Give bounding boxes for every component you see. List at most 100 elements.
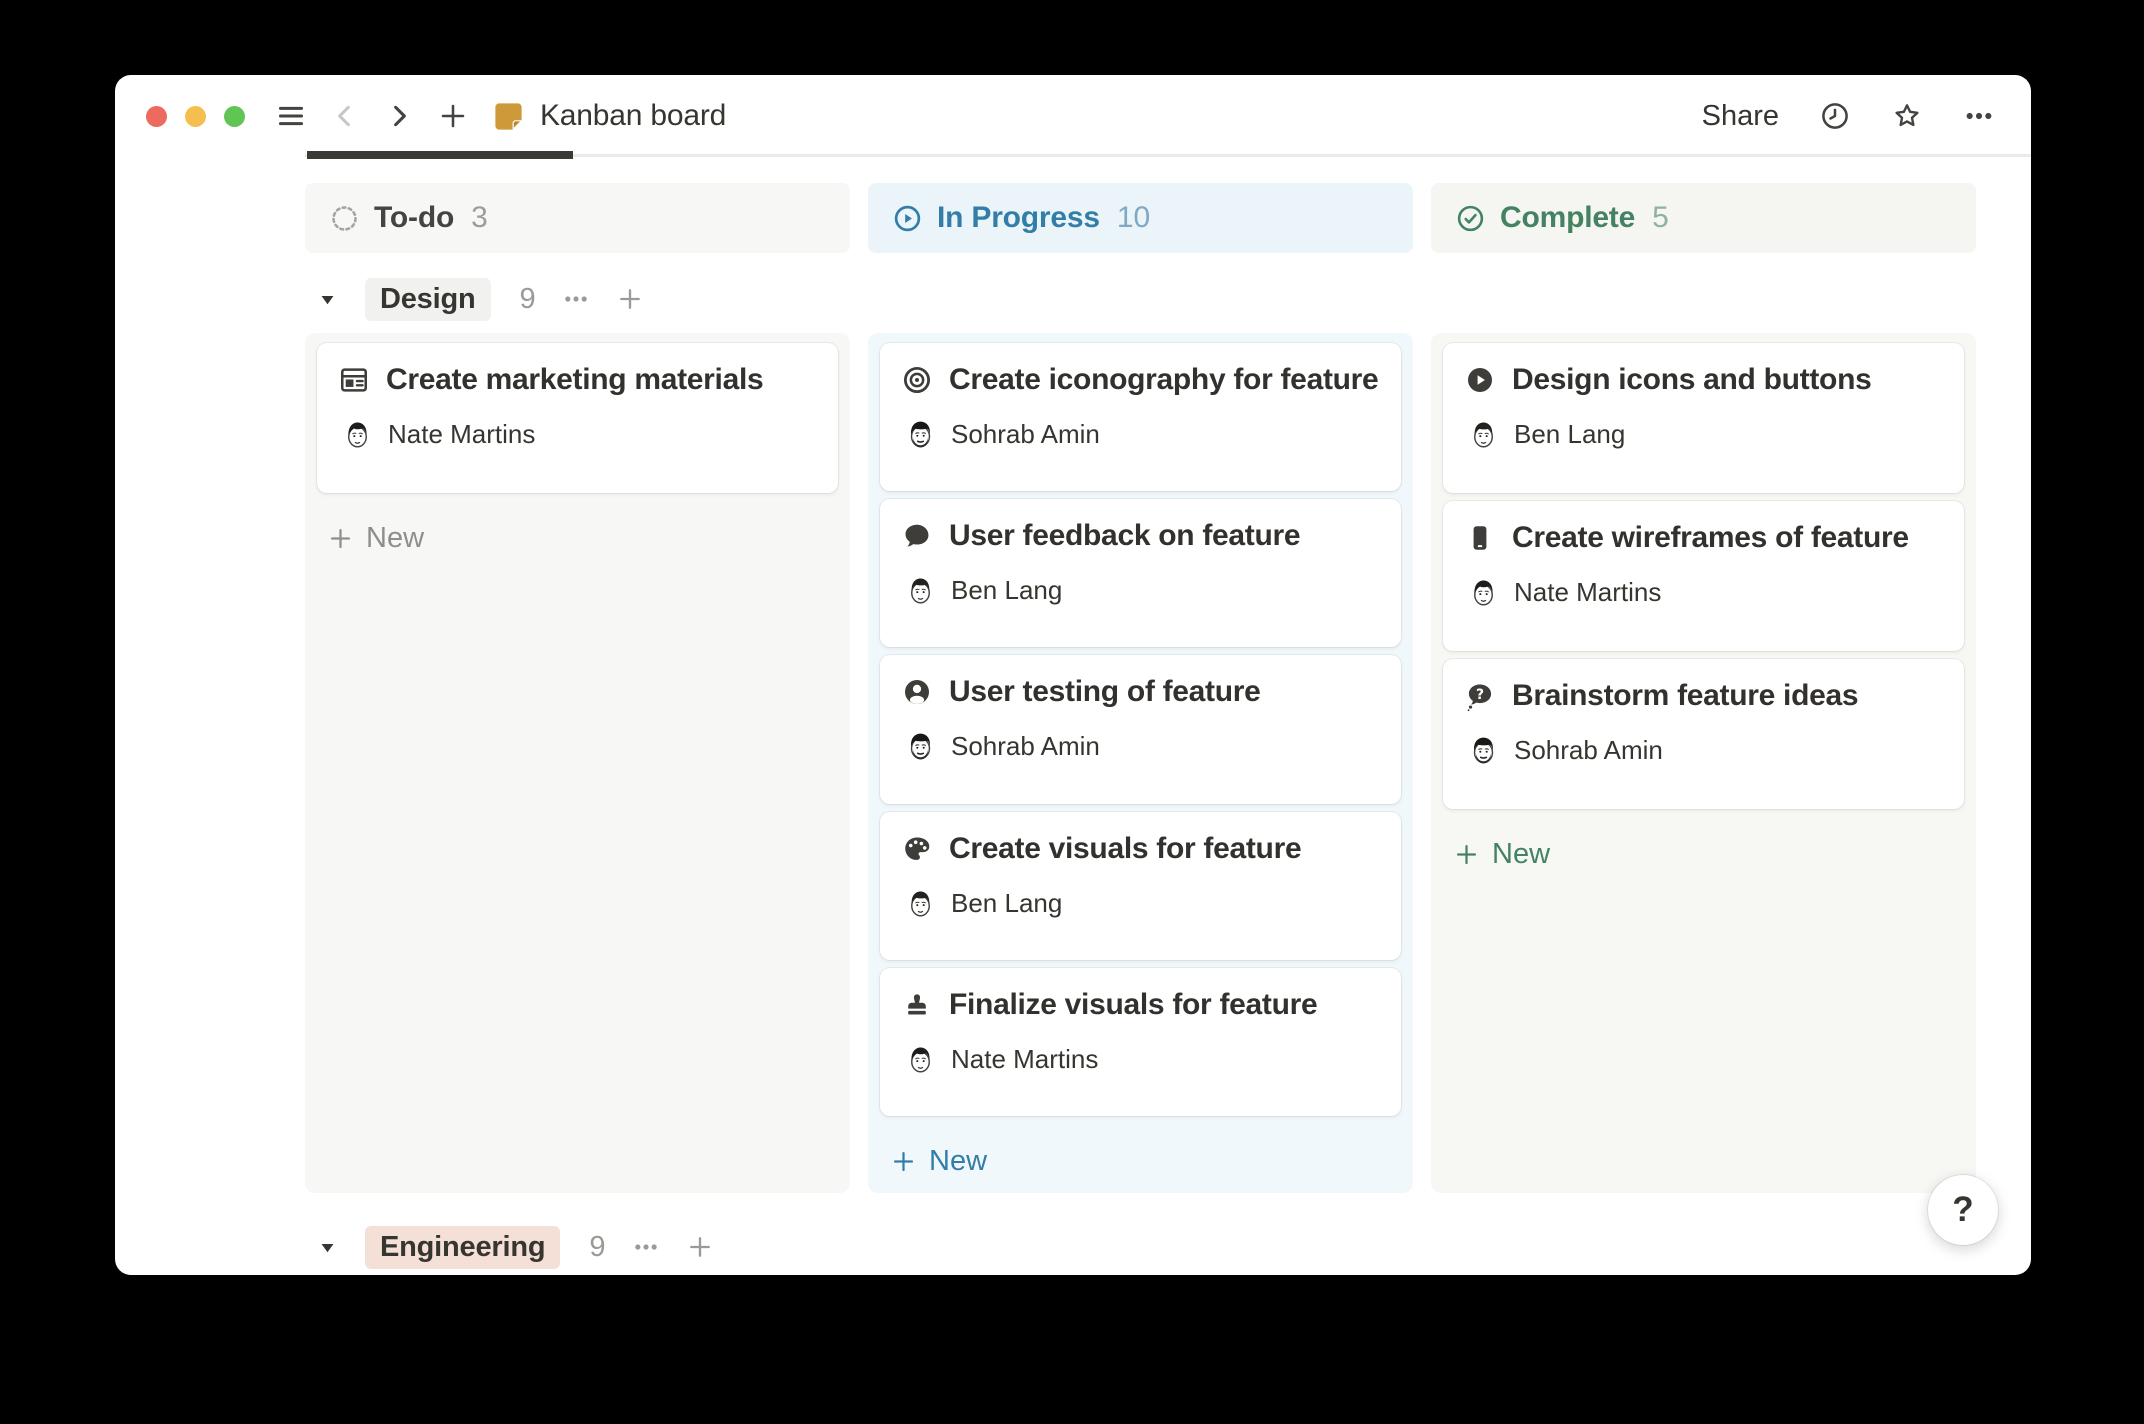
title-bar: Kanban board Share [115,75,2031,157]
assignee-name: Ben Lang [951,575,1062,606]
card-assignee-row: Nate Martins [1464,575,1943,610]
share-button[interactable]: Share [1702,100,1779,133]
card-assignee-row: Nate Martins [338,417,817,452]
plus-icon [890,1148,917,1175]
card-title: User feedback on feature [949,519,1300,553]
group-header-engineering: Engineering 9 [305,1223,1976,1271]
group-add-card-icon[interactable] [616,285,644,313]
add-card-label: New [366,522,424,555]
kanban-card[interactable]: ? Brainstorm feature ideas Sohrab Amin [1443,659,1964,809]
star-icon[interactable] [1891,100,1923,132]
app-window: Kanban board Share To-do 3 In Pro [115,75,2031,1275]
ben-avatar [903,886,938,921]
card-title-row: Create visuals for feature [901,832,1380,866]
assignee-name: Ben Lang [1514,419,1625,450]
card-title-row: Finalize visuals for feature [901,988,1380,1022]
column-label: Complete [1500,201,1635,235]
ben-avatar [1466,417,1501,452]
card-title: Design icons and buttons [1512,363,1871,397]
column-count: 5 [1652,201,1669,235]
column-todo: Create marketing materials Nate Martins … [305,333,850,1193]
column-header-todo[interactable]: To-do 3 [305,183,850,253]
card-title-row: User feedback on feature [901,519,1380,553]
clock-icon[interactable] [1819,100,1851,132]
add-card-label: New [929,1145,987,1178]
kanban-card[interactable]: Create marketing materials Nate Martins [317,343,838,493]
card-title-row: User testing of feature [901,675,1380,709]
add-card-label: New [1492,838,1550,871]
assignee-name: Nate Martins [388,419,535,450]
group-options-icon[interactable] [632,1233,660,1261]
group-name-pill[interactable]: Design [365,278,491,321]
card-title: Create iconography for feature [949,363,1378,397]
collapse-group-icon[interactable] [318,290,337,309]
assignee-name: Sohrab Amin [951,731,1100,762]
add-card-button[interactable]: New [880,1140,1401,1183]
card-assignee-row: Sohrab Amin [901,729,1380,764]
topbar-divider [305,154,2031,157]
palette-icon [901,833,933,865]
user-circle-icon [901,676,933,708]
group-header-design: Design 9 [305,275,1976,323]
card-title: Create marketing materials [386,363,763,397]
card-title-row: Create marketing materials [338,363,817,397]
card-title: User testing of feature [949,675,1261,709]
zoom-window-button[interactable] [224,106,245,127]
menu-icon[interactable] [275,100,307,132]
minimize-window-button[interactable] [185,106,206,127]
card-title-row: ? Brainstorm feature ideas [1464,679,1943,713]
kanban-card[interactable]: User feedback on feature Ben Lang [880,499,1401,647]
collapse-group-icon[interactable] [318,1238,337,1257]
sohrab-avatar [1466,733,1501,768]
card-title-row: Create iconography for feature [901,363,1380,397]
group-count: 9 [589,1231,605,1264]
plus-icon [1453,841,1480,868]
kanban-card[interactable]: Create iconography for feature Sohrab Am… [880,343,1401,491]
help-button[interactable]: ? [1928,1175,1998,1245]
column-headers-row: To-do 3 In Progress 10 Complete 5 [305,183,1976,253]
kanban-card[interactable]: Create visuals for feature Ben Lang [880,812,1401,960]
kanban-card[interactable]: Create wireframes of feature Nate Martin… [1443,501,1964,651]
forward-icon[interactable] [383,100,415,132]
assignee-name: Nate Martins [1514,577,1661,608]
card-title: Finalize visuals for feature [949,988,1317,1022]
more-options-icon[interactable] [1963,100,1995,132]
play-circle-icon [892,203,923,234]
nate-avatar [340,417,375,452]
card-assignee-row: Sohrab Amin [1464,733,1943,768]
kanban-card[interactable]: Finalize visuals for feature Nate Martin… [880,968,1401,1116]
assignee-name: Sohrab Amin [1514,735,1663,766]
add-card-button[interactable]: New [1443,833,1964,876]
thought-question-icon: ? [1464,680,1496,712]
group-options-icon[interactable] [562,285,590,313]
new-page-icon[interactable] [437,100,469,132]
speech-bubble-icon [901,520,933,552]
group-count: 9 [520,283,536,316]
check-circle-icon [1455,203,1486,234]
column-label: In Progress [937,201,1100,235]
page-title[interactable]: Kanban board [540,99,726,133]
close-window-button[interactable] [146,106,167,127]
add-card-button[interactable]: New [317,517,838,560]
sohrab-avatar [903,417,938,452]
ben-avatar [903,573,938,608]
play-circle-filled-icon [1464,364,1496,396]
group-name-pill[interactable]: Engineering [365,1226,560,1269]
column-header-complete[interactable]: Complete 5 [1431,183,1976,253]
assignee-name: Ben Lang [951,888,1062,919]
card-title: Create wireframes of feature [1512,521,1909,555]
back-icon[interactable] [329,100,361,132]
group-add-card-icon[interactable] [686,1233,714,1261]
column-label: To-do [374,201,454,235]
page-icon [491,99,526,134]
kanban-card[interactable]: User testing of feature Sohrab Amin [880,655,1401,803]
column-count: 10 [1117,201,1150,235]
topbar-actions: Share [1702,100,1995,133]
stamp-icon [901,989,933,1021]
dashed-circle-icon [329,203,360,234]
column-in-progress: Create iconography for feature Sohrab Am… [868,333,1413,1193]
plus-icon [327,525,354,552]
kanban-card[interactable]: Design icons and buttons Ben Lang [1443,343,1964,493]
column-header-in-progress[interactable]: In Progress 10 [868,183,1413,253]
nate-avatar [903,1042,938,1077]
